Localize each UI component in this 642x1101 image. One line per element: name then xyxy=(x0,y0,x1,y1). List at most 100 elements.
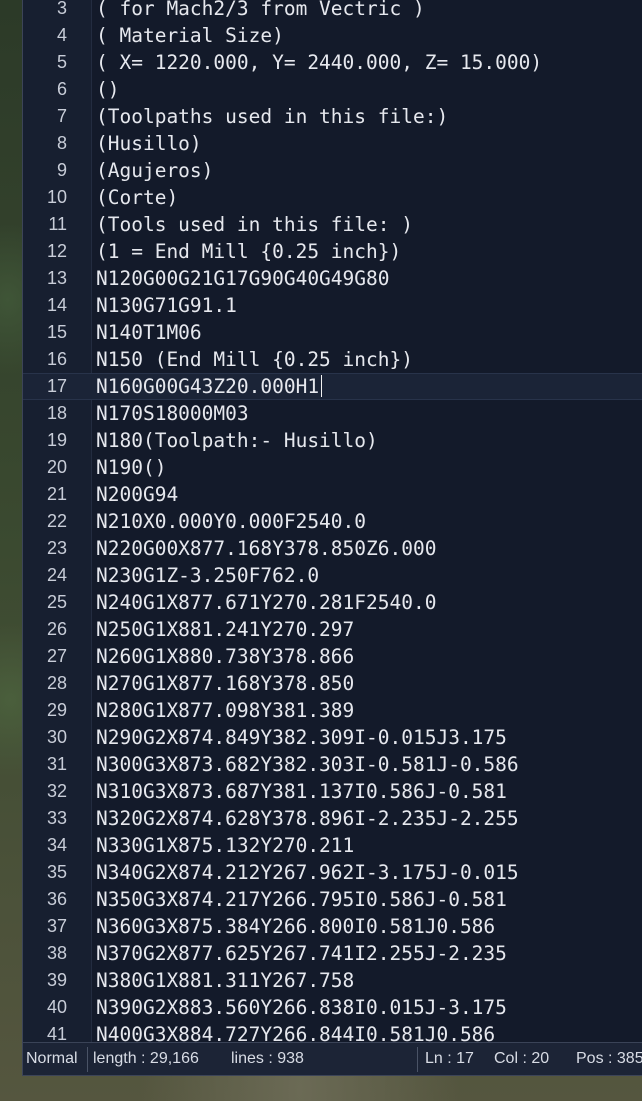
code-line[interactable]: 40 N390G2X883.560Y266.838I0.015J-3.175 xyxy=(23,994,642,1021)
current-code-line[interactable]: 17 N160G00G43Z20.000H1 xyxy=(23,373,642,400)
code-text: N380G1X881.311Y267.758 xyxy=(96,969,355,992)
line-number: 40 xyxy=(46,997,67,1017)
code-line[interactable]: 25 N240G1X877.671Y270.281F2540.0 xyxy=(23,589,642,616)
code-line[interactable]: 32 N310G3X873.687Y381.137I0.586J-0.581 xyxy=(23,778,642,805)
code-line[interactable]: 3 ( for Mach2/3 from Vectric ) xyxy=(23,0,642,22)
code-line[interactable]: 7 (Toolpaths used in this file:) xyxy=(23,103,642,130)
code-text: N370G2X877.625Y267.741I2.255J-2.235 xyxy=(96,942,507,965)
code-text: ( Material Size) xyxy=(96,24,284,47)
code-line[interactable]: 5 ( X= 1220.000, Y= 2440.000, Z= 15.000) xyxy=(23,49,642,76)
code-line[interactable]: 20 N190() xyxy=(23,454,642,481)
code-line[interactable]: 9 (Agujeros) xyxy=(23,157,642,184)
code-line[interactable]: 35 N340G2X874.212Y267.962I-3.175J-0.015 xyxy=(23,859,642,886)
line-number: 8 xyxy=(56,133,67,153)
status-separator xyxy=(417,1047,418,1072)
code-text: (Corte) xyxy=(96,186,179,209)
code-text: ( X= 1220.000, Y= 2440.000, Z= 15.000) xyxy=(96,51,543,74)
line-number: 23 xyxy=(46,538,67,558)
text-editor-window: 3 ( for Mach2/3 from Vectric ) 4 ( Material… xyxy=(22,0,642,1076)
code-line[interactable]: 10 (Corte) xyxy=(23,184,642,211)
code-text: N310G3X873.687Y381.137I0.586J-0.581 xyxy=(96,780,507,803)
status-char-position: Pos : 385 xyxy=(576,1050,642,1067)
code-text: N320G2X874.628Y378.896I-2.235J-2.255 xyxy=(96,807,519,830)
status-column: Col : 20 xyxy=(494,1050,550,1067)
code-line[interactable]: 8 (Husillo) xyxy=(23,130,642,157)
code-line[interactable]: 37 N360G3X875.384Y266.800I0.581J0.586 xyxy=(23,913,642,940)
code-line[interactable]: 19 N180(Toolpath:- Husillo) xyxy=(23,427,642,454)
code-line[interactable]: 4 ( Material Size) xyxy=(23,22,642,49)
line-number: 25 xyxy=(46,592,67,612)
code-line[interactable]: 6 () xyxy=(23,76,642,103)
line-number: 29 xyxy=(46,700,67,720)
code-line[interactable]: 14 N130G71G91.1 xyxy=(23,292,642,319)
line-number: 16 xyxy=(46,349,67,369)
code-line[interactable]: 28 N270G1X877.168Y378.850 xyxy=(23,670,642,697)
line-number: 6 xyxy=(56,79,67,99)
line-number: 33 xyxy=(46,808,67,828)
line-number: 13 xyxy=(46,268,67,288)
line-number: 14 xyxy=(46,295,67,315)
line-number: 18 xyxy=(46,403,67,423)
line-number: 3 xyxy=(56,0,67,18)
code-line[interactable]: 41 N400G3X884.727Y266.844I0.581J0.586 xyxy=(23,1021,642,1042)
code-text: N120G00G21G17G90G40G49G80 xyxy=(96,267,390,290)
line-number: 7 xyxy=(56,106,67,126)
line-number: 17 xyxy=(46,376,67,396)
status-separator xyxy=(87,1047,88,1072)
line-number: 9 xyxy=(56,160,67,180)
code-line[interactable]: 38 N370G2X877.625Y267.741I2.255J-2.235 xyxy=(23,940,642,967)
code-text: ( for Mach2/3 from Vectric ) xyxy=(96,0,425,20)
line-number: 26 xyxy=(46,619,67,639)
code-text: N150 (End Mill {0.25 inch}) xyxy=(96,348,413,371)
code-line[interactable]: 18 N170S18000M03 xyxy=(23,400,642,427)
code-line[interactable]: 33 N320G2X874.628Y378.896I-2.235J-2.255 xyxy=(23,805,642,832)
code-text: N290G2X874.849Y382.309I-0.015J3.175 xyxy=(96,726,507,749)
code-text: N260G1X880.738Y378.866 xyxy=(96,645,355,668)
line-number: 15 xyxy=(46,322,67,342)
code-line[interactable]: 16 N150 (End Mill {0.25 inch}) xyxy=(23,346,642,373)
code-line[interactable]: 23 N220G00X877.168Y378.850Z6.000 xyxy=(23,535,642,562)
code-line[interactable]: 34 N330G1X875.132Y270.211 xyxy=(23,832,642,859)
line-number: 20 xyxy=(46,457,67,477)
code-text: N250G1X881.241Y270.297 xyxy=(96,618,355,641)
line-number: 38 xyxy=(46,943,67,963)
code-line[interactable]: 11 (Tools used in this file: ) xyxy=(23,211,642,238)
line-number: 10 xyxy=(46,187,67,207)
code-line[interactable]: 22 N210X0.000Y0.000F2540.0 xyxy=(23,508,642,535)
code-line[interactable]: 24 N230G1Z-3.250F762.0 xyxy=(23,562,642,589)
code-text: N280G1X877.098Y381.389 xyxy=(96,699,355,722)
code-line[interactable]: 36 N350G3X874.217Y266.795I0.586J-0.581 xyxy=(23,886,642,913)
code-line[interactable]: 12 (1 = End Mill {0.25 inch}) xyxy=(23,238,642,265)
line-number: 24 xyxy=(46,565,67,585)
code-text: N400G3X884.727Y266.844I0.581J0.586 xyxy=(96,1023,496,1042)
code-text: N340G2X874.212Y267.962I-3.175J-0.015 xyxy=(96,861,519,884)
line-number: 34 xyxy=(46,835,67,855)
code-text: N360G3X875.384Y266.800I0.581J0.586 xyxy=(96,915,496,938)
code-text: N230G1Z-3.250F762.0 xyxy=(96,564,320,587)
code-text: N180(Toolpath:- Husillo) xyxy=(96,429,378,452)
code-text: (Toolpaths used in this file:) xyxy=(96,105,449,128)
line-number: 31 xyxy=(46,754,67,774)
code-line[interactable]: 29 N280G1X877.098Y381.389 xyxy=(23,697,642,724)
line-number: 5 xyxy=(56,52,67,72)
code-line[interactable]: 13 N120G00G21G17G90G40G49G80 xyxy=(23,265,642,292)
code-text-area[interactable]: 3 ( for Mach2/3 from Vectric ) 4 ( Material… xyxy=(23,0,642,1042)
code-line[interactable]: 26 N250G1X881.241Y270.297 xyxy=(23,616,642,643)
code-text: N200G94 xyxy=(96,483,179,506)
line-number: 11 xyxy=(48,214,67,234)
code-line[interactable]: 15 N140T1M06 xyxy=(23,319,642,346)
line-number: 4 xyxy=(56,25,67,45)
code-line[interactable]: 21 N200G94 xyxy=(23,481,642,508)
code-text: N190() xyxy=(96,456,167,479)
code-line[interactable]: 27 N260G1X880.738Y378.866 xyxy=(23,643,642,670)
code-line[interactable]: 39 N380G1X881.311Y267.758 xyxy=(23,967,642,994)
line-number: 12 xyxy=(46,241,67,261)
code-text: N210X0.000Y0.000F2540.0 xyxy=(96,510,367,533)
code-line[interactable]: 30 N290G2X874.849Y382.309I-0.015J3.175 xyxy=(23,724,642,751)
line-number: 21 xyxy=(46,484,67,504)
code-line[interactable]: 31 N300G3X873.682Y382.303I-0.581J-0.586 xyxy=(23,751,642,778)
code-text: N390G2X883.560Y266.838I0.015J-3.175 xyxy=(96,996,507,1019)
status-line-position: Ln : 17 xyxy=(425,1050,474,1067)
code-text: N170S18000M03 xyxy=(96,402,249,425)
line-number: 30 xyxy=(46,727,67,747)
